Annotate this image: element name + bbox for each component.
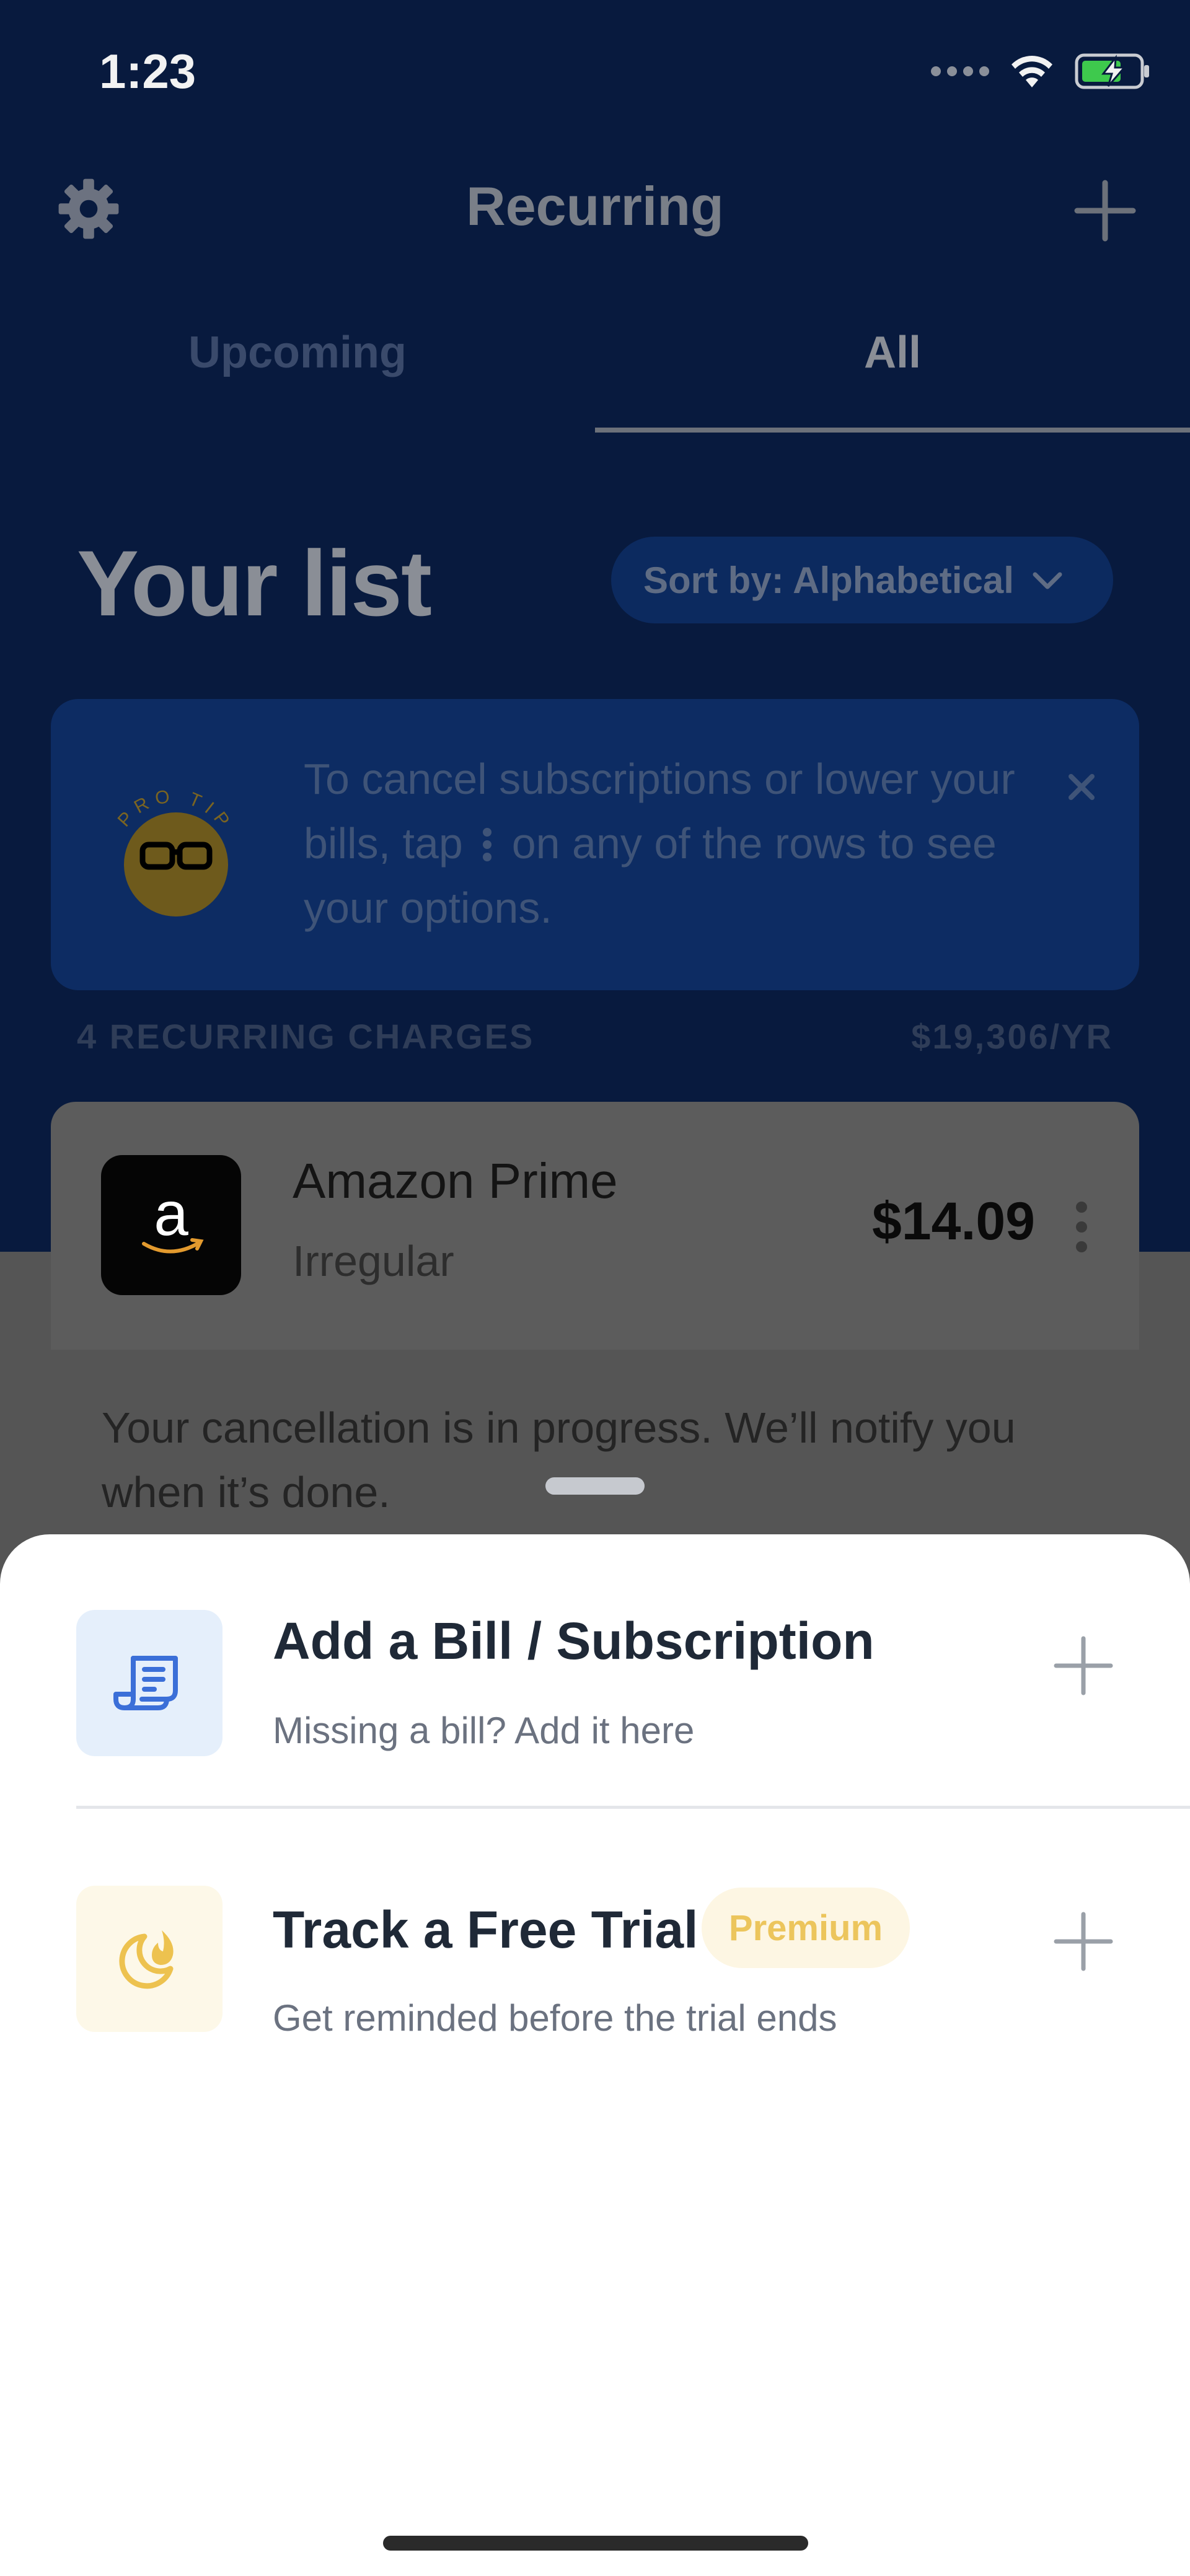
options-divider — [76, 1806, 1190, 1809]
add-button[interactable] — [1071, 177, 1139, 245]
charge-amount: $14.09 — [871, 1192, 1035, 1251]
more-vertical-icon — [483, 828, 492, 861]
pro-tip-text: To cancel subscriptions or lower your bi… — [304, 747, 1047, 940]
battery-icon — [1075, 53, 1149, 89]
tab-upcoming[interactable]: Upcoming — [0, 327, 595, 378]
more-vertical-icon — [1076, 1202, 1087, 1252]
status-icons — [931, 50, 1153, 93]
recurring-screen: 1:23 Recurring Upcoming All Your list So… — [0, 0, 1190, 1624]
plus-icon — [1054, 1912, 1113, 1971]
premium-badge: Premium — [702, 1888, 910, 1968]
plus-icon — [1074, 180, 1136, 242]
chevron-down-icon — [1033, 572, 1062, 589]
plus-icon — [1054, 1636, 1113, 1695]
add-bill-subtitle: Missing a bill? Add it here — [273, 1710, 695, 1751]
add-bill-title[interactable]: Add a Bill / Subscription — [273, 1611, 875, 1671]
cancellation-status-message: Your cancellation is in progress. We’ll … — [102, 1404, 1016, 1516]
charges-count: 4 RECURRING CHARGES — [77, 1017, 535, 1056]
wifi-icon — [1011, 56, 1052, 87]
track-trial-subtitle: Get reminded before the trial ends — [273, 1997, 837, 2039]
charge-frequency: Irregular — [293, 1237, 454, 1285]
close-icon — [1069, 774, 1095, 800]
signal-icon — [931, 66, 989, 76]
sort-label: Sort by: Alphabetical — [643, 559, 1014, 601]
pro-tip-badge-icon: PRO TIP — [114, 786, 231, 917]
charge-options-button[interactable] — [1066, 1196, 1097, 1258]
active-tab-indicator — [595, 428, 1190, 433]
moon-flame-icon — [119, 1930, 174, 1989]
charges-total: $19,306/YR — [911, 1017, 1113, 1056]
track-trial-button[interactable] — [1051, 1909, 1116, 1974]
receipt-icon — [113, 1656, 178, 1710]
sheet-grabber[interactable] — [545, 1477, 645, 1495]
charge-name: Amazon Prime — [293, 1153, 618, 1208]
amazon-logo-letter: a — [154, 1179, 188, 1249]
add-bill-button[interactable] — [1051, 1633, 1116, 1698]
list-title: Your list — [77, 531, 432, 635]
close-tip-button[interactable] — [1060, 765, 1103, 809]
sort-dropdown[interactable]: Sort by: Alphabetical — [611, 537, 1113, 623]
amazon-logo: a — [101, 1155, 241, 1295]
home-indicator[interactable] — [383, 2536, 808, 2551]
add-bill-icon-tile[interactable] — [76, 1610, 223, 1756]
tab-all[interactable]: All — [595, 327, 1190, 378]
track-trial-icon-tile[interactable] — [76, 1886, 223, 2032]
track-trial-title[interactable]: Track a Free Trial — [273, 1900, 698, 1960]
page-title: Recurring — [466, 175, 724, 237]
status-time: 1:23 — [99, 44, 196, 99]
amazon-logo-icon: a — [142, 1179, 204, 1254]
